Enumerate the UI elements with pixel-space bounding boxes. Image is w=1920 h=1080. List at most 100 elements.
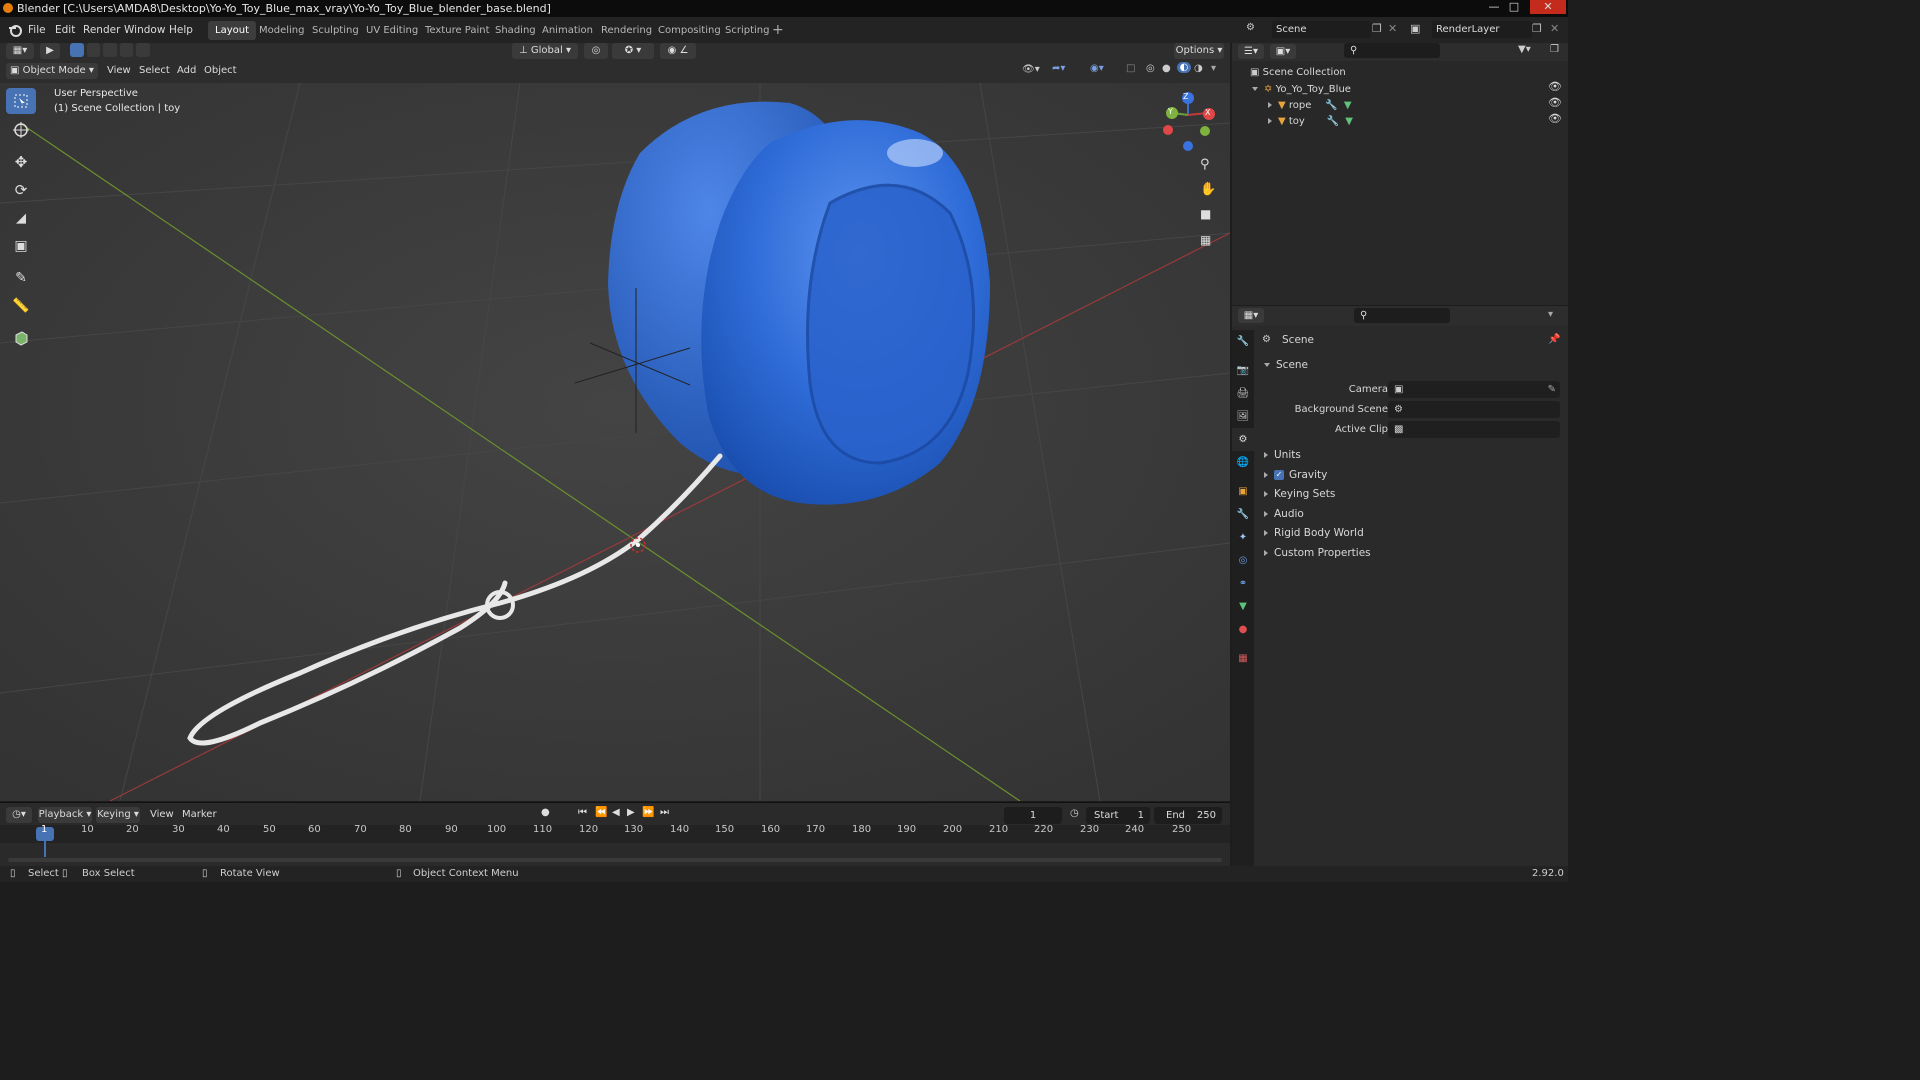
add-workspace-button[interactable]: + [772, 22, 784, 38]
annotate-tool-icon[interactable]: ✎ [6, 265, 36, 291]
texture-tab-icon[interactable]: ▦ [1232, 647, 1254, 670]
scene-field[interactable]: Scene [1272, 21, 1371, 38]
material-shading-icon[interactable]: ◐ [1177, 62, 1191, 73]
current-frame-field[interactable]: 1 [1004, 807, 1062, 824]
ortho-grid-icon[interactable]: ▦ [1200, 233, 1211, 247]
tool-tab-icon[interactable]: 🔧 [1232, 330, 1254, 353]
expand-icon[interactable] [1252, 87, 1258, 91]
3d-viewport[interactable]: Z Y X User Perspective (1) Scene Collect… [0, 83, 1230, 801]
menu-edit[interactable]: Edit [55, 17, 75, 43]
timeline-marker-menu[interactable]: Marker [182, 807, 217, 823]
outliner-search-input[interactable]: ⚲ [1344, 43, 1440, 58]
tab-modeling[interactable]: Modeling [252, 21, 312, 40]
mode-invert-icon[interactable] [119, 43, 134, 57]
xray-toggle-icon[interactable]: □ [1126, 63, 1135, 74]
tab-sculpting[interactable]: Sculpting [305, 21, 366, 40]
output-tab-icon[interactable]: 🖨 [1232, 382, 1254, 405]
options-dropdown[interactable]: Options ▾ [1174, 43, 1224, 59]
prev-keyframe-icon[interactable]: ⏪ [595, 807, 607, 818]
material-tab-icon[interactable]: ● [1232, 618, 1254, 641]
proportional-edit-icon[interactable]: ◉ ∠ [660, 43, 696, 59]
rotate-tool-icon[interactable]: ⟳ [6, 177, 36, 203]
measure-tool-icon[interactable]: 📏 [6, 293, 36, 319]
panel-gravity[interactable]: ✓ Gravity [1264, 466, 1327, 485]
delete-layer-icon[interactable]: ✕ [1550, 22, 1559, 35]
overlay-toggle-icon[interactable]: ◉▾ [1090, 63, 1104, 74]
background-scene-field[interactable]: ⚙ [1388, 401, 1560, 418]
mode-new-icon[interactable] [70, 43, 84, 57]
mode-extend-icon[interactable] [86, 43, 101, 57]
play-reverse-icon[interactable]: ◀ [612, 807, 620, 818]
object-tab-icon[interactable]: ▣ [1232, 480, 1254, 503]
object-mode-dropdown[interactable]: ▣ Object Mode ▾ [6, 63, 98, 79]
jump-start-icon[interactable]: ⏮ [578, 807, 587, 818]
mode-intersect-icon[interactable] [136, 43, 150, 57]
tab-uv-editing[interactable]: UV Editing [359, 21, 425, 40]
timeline-playback-menu[interactable]: Playback ▾ [38, 807, 92, 823]
renderlayer-field[interactable]: RenderLayer [1432, 21, 1532, 38]
menu-window[interactable]: Window [124, 17, 165, 43]
new-layer-icon[interactable]: ❐ [1532, 22, 1542, 35]
tab-texture-paint[interactable]: Texture Paint [418, 21, 497, 40]
minimize-button[interactable]: — [1486, 0, 1502, 14]
scene-tab-icon[interactable]: ⚙ [1232, 428, 1254, 451]
display-mode-icon[interactable]: ▣▾ [1270, 44, 1296, 59]
panel-rigid-body-world[interactable]: Rigid Body World [1264, 524, 1364, 543]
viewport-menu-view[interactable]: View [107, 63, 131, 79]
scene-selector-icon[interactable]: ⚙ [1246, 22, 1255, 33]
visibility-eye-icon[interactable]: 👁 [1548, 96, 1562, 109]
maximize-button[interactable]: □ [1506, 0, 1522, 14]
particles-tab-icon[interactable]: ✦ [1232, 526, 1254, 549]
properties-options-icon[interactable]: ▾ [1548, 309, 1553, 320]
properties-search-input[interactable]: ⚲ [1354, 308, 1450, 323]
outliner-item-toy[interactable]: ▼ toy 🔧 ▼ [1268, 112, 1353, 131]
pan-hand-icon[interactable]: ✋ [1200, 182, 1216, 197]
constraints-tab-icon[interactable]: ⚭ [1232, 572, 1254, 595]
record-icon[interactable]: ● [541, 807, 550, 818]
next-keyframe-icon[interactable]: ⏩ [642, 807, 654, 818]
start-frame-field[interactable]: Start 1 [1086, 807, 1150, 824]
zoom-icon[interactable]: ⚲ [1200, 157, 1210, 172]
menu-render[interactable]: Render [83, 17, 120, 43]
panel-custom-properties[interactable]: Custom Properties [1264, 544, 1371, 563]
snap-icon[interactable]: ✪ ▾ [612, 43, 654, 59]
scale-tool-icon[interactable]: ◢ [6, 205, 36, 231]
expand-icon[interactable] [1268, 118, 1272, 124]
panel-units[interactable]: Units [1264, 446, 1301, 465]
properties-editor-type-icon[interactable]: ▦▾ [1238, 308, 1264, 323]
expand-icon[interactable] [1268, 102, 1272, 108]
timeline-keying-menu[interactable]: Keying ▾ [96, 807, 140, 823]
menu-file[interactable]: File [28, 17, 46, 43]
shading-options-icon[interactable]: ▾ [1211, 63, 1216, 74]
blender-menu-icon[interactable] [8, 23, 22, 37]
gizmo-toggle-icon[interactable]: ➦▾ [1052, 63, 1065, 74]
editor-type-icon[interactable]: ▦▾ [6, 43, 34, 59]
transform-tool-icon[interactable]: ▣ [6, 233, 36, 259]
visibility-icon[interactable]: 👁▾ [1022, 64, 1040, 75]
new-collection-icon[interactable]: ❐ [1550, 44, 1559, 55]
world-tab-icon[interactable]: 🌐 [1232, 451, 1254, 474]
tab-scripting[interactable]: Scripting [718, 21, 776, 40]
filter-icon[interactable]: ▼▾ [1518, 44, 1531, 55]
add-cube-tool-icon[interactable] [6, 325, 36, 351]
outliner-editor-type-icon[interactable]: ☰▾ [1238, 44, 1264, 59]
wireframe-shading-icon[interactable]: ◎ [1146, 63, 1155, 74]
timeline-view-menu[interactable]: View [150, 807, 174, 823]
camera-view-icon[interactable]: ■ [1200, 207, 1211, 221]
close-button[interactable]: ✕ [1530, 0, 1566, 14]
viewport-menu-object[interactable]: Object [204, 63, 237, 79]
data-tab-icon[interactable]: ▼ [1232, 595, 1254, 618]
tab-compositing[interactable]: Compositing [651, 21, 728, 40]
mode-subtract-icon[interactable] [103, 43, 117, 57]
cursor-tool-icon[interactable] [6, 117, 36, 143]
tab-rendering[interactable]: Rendering [594, 21, 659, 40]
visibility-eye-icon[interactable]: 👁 [1548, 112, 1562, 125]
jump-end-icon[interactable]: ⏭ [660, 807, 669, 818]
view-layer-tab-icon[interactable]: 🖼 [1232, 405, 1254, 428]
select-tool-icon[interactable] [6, 88, 36, 114]
panel-keying-sets[interactable]: Keying Sets [1264, 485, 1335, 504]
tab-animation[interactable]: Animation [535, 21, 600, 40]
panel-audio[interactable]: Audio [1264, 505, 1304, 524]
clock-icon[interactable]: ◷ [1070, 808, 1079, 819]
physics-tab-icon[interactable]: ◎ [1232, 549, 1254, 572]
